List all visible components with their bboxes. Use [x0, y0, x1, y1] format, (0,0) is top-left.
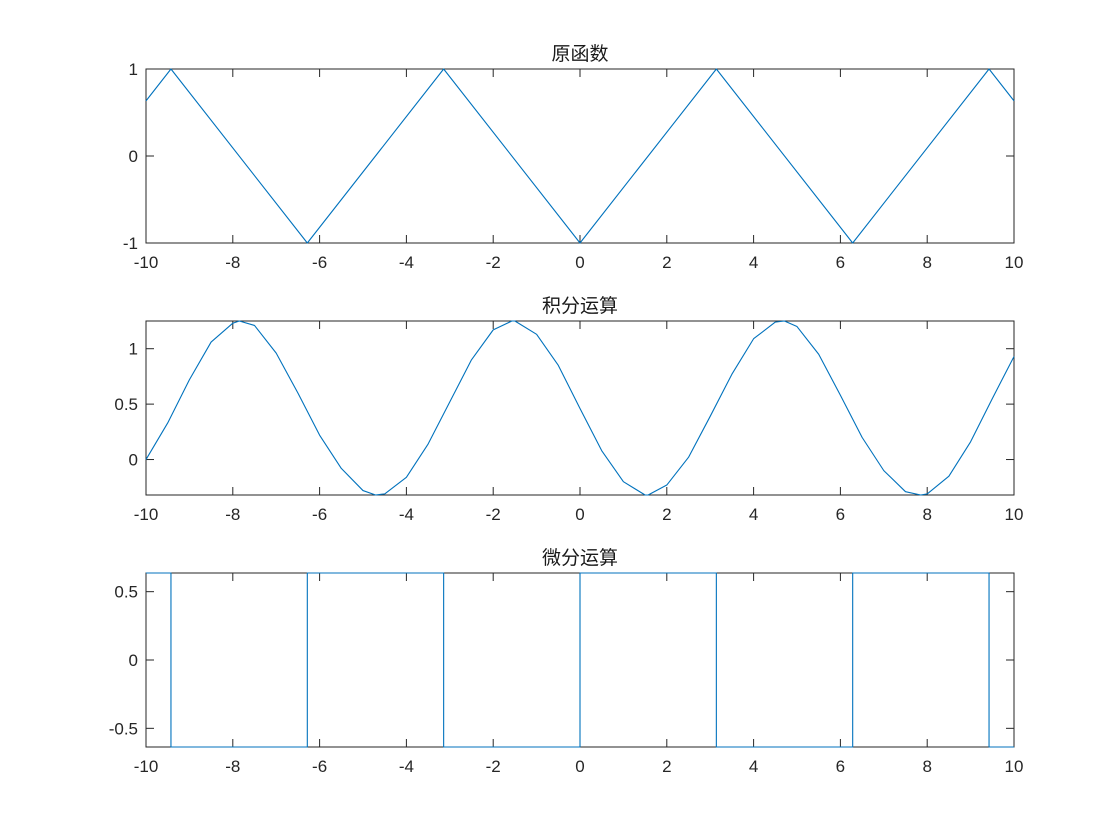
- x-tick-label: -8: [225, 757, 240, 776]
- x-tick-label: 0: [575, 253, 584, 272]
- x-tick-label: -6: [312, 757, 327, 776]
- x-tick-label: 8: [922, 253, 931, 272]
- x-tick-label: 8: [922, 505, 931, 524]
- x-tick-label: -2: [486, 253, 501, 272]
- x-tick-label: -4: [399, 757, 414, 776]
- x-tick-label: 0: [575, 757, 584, 776]
- x-tick-label: -6: [312, 253, 327, 272]
- x-tick-label: -2: [486, 505, 501, 524]
- x-tick-label: 2: [662, 253, 671, 272]
- x-tick-label: 4: [749, 757, 758, 776]
- subplot-integral: 积分运算 -10 -8 -6 -4 -2 0 2 4 6 8 10 0 0.5 1: [114, 295, 1023, 524]
- y-tick-label: -1: [123, 234, 138, 253]
- x-tick-label: 6: [836, 505, 845, 524]
- y-tick-label: -0.5: [109, 719, 138, 738]
- x-tick-label: -10: [134, 253, 159, 272]
- x-tick-label: 10: [1005, 505, 1024, 524]
- x-tick-label: -8: [225, 505, 240, 524]
- x-tick-label: -6: [312, 505, 327, 524]
- x-tick-label: 4: [749, 253, 758, 272]
- y-tick-label: 1: [129, 340, 138, 359]
- y-tick-label: 0.5: [114, 395, 138, 414]
- y-tick-label: 1: [129, 60, 138, 79]
- x-tick-label: -10: [134, 505, 159, 524]
- x-tick-label: 6: [836, 757, 845, 776]
- x-tick-label: -2: [486, 757, 501, 776]
- x-tick-label: -10: [134, 757, 159, 776]
- x-tick-label: 8: [922, 757, 931, 776]
- figure: 原函数 -10 -8 -6 -4 -2 0 2 4 6 8 10-101 积分运算 -10 -8 -6-…: [0, 0, 1120, 840]
- subplot-title: 积分运算: [542, 295, 618, 317]
- subplot-original-function: 原函数 -10 -8 -6 -4 -2 0 2 4 6 8 10-101: [123, 43, 1024, 272]
- x-tick-label: -4: [399, 505, 414, 524]
- x-tick-label: 0: [575, 505, 584, 524]
- x-tick-label: 6: [836, 253, 845, 272]
- x-tick-label: 10: [1005, 253, 1024, 272]
- subplot-title: 微分运算: [542, 547, 618, 569]
- x-tick-label: 4: [749, 505, 758, 524]
- x-tick-label: -4: [399, 253, 414, 272]
- x-tick-label: 2: [662, 757, 671, 776]
- x-tick-label: 10: [1005, 757, 1024, 776]
- y-tick-label: 0: [129, 147, 138, 166]
- y-tick-label: 0: [129, 651, 138, 670]
- axes-box: [145, 68, 1015, 244]
- x-tick-label: -8: [225, 253, 240, 272]
- y-tick-label: 0.5: [114, 583, 138, 602]
- subplot-derivative: 微分运算 -10 -8 -6 -4 -2 0 2 4 6 8 10 -0.5 0 0.5: [109, 547, 1024, 776]
- y-tick-label: 0: [129, 451, 138, 470]
- x-tick-label: 2: [662, 505, 671, 524]
- subplot-title: 原函数: [551, 43, 608, 65]
